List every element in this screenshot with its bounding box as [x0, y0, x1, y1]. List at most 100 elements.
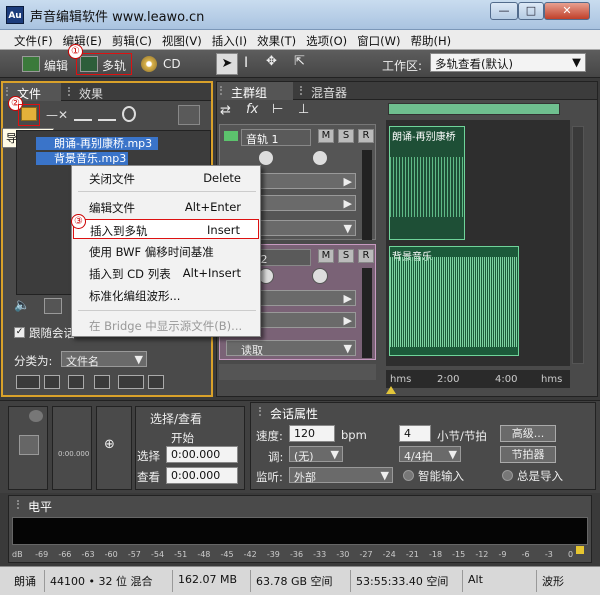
monitor-select[interactable]: 外部 ▼	[289, 467, 393, 484]
insert-track-icon[interactable]	[74, 107, 92, 121]
ctx-bwf-offset[interactable]: 使用 BWF 偏移时间基准	[73, 241, 259, 261]
send-icon[interactable]: ⊢	[272, 102, 283, 117]
zoom-icon[interactable]: ⊕	[104, 437, 115, 452]
settings-icon[interactable]	[148, 375, 164, 389]
metronome-button[interactable]: 节拍器	[500, 446, 556, 463]
selection-start-field[interactable]: 0:00.000	[166, 446, 238, 463]
multitrack-icon[interactable]	[80, 56, 98, 72]
speaker-icon[interactable]: 🔈	[14, 298, 30, 313]
session-properties-tab[interactable]: 会话属性	[256, 403, 346, 421]
follow-checkbox[interactable]: ✓	[14, 327, 25, 338]
master-track-strip	[219, 364, 376, 380]
view-label: 查看	[137, 470, 160, 484]
folder-import-icon[interactable]	[21, 107, 37, 121]
tab-main-group[interactable]: 主群组	[217, 82, 293, 100]
cd-view-button[interactable]: CD	[163, 57, 181, 71]
view-options-icon[interactable]	[178, 105, 200, 125]
beats-field[interactable]: 4	[399, 425, 431, 442]
smart-input-radio[interactable]	[403, 470, 414, 481]
menu-effects[interactable]: 效果(T)	[257, 30, 306, 49]
chevron-down-icon: ▼	[343, 342, 352, 355]
menu-insert[interactable]: 插入(I)	[212, 30, 257, 49]
grip-icon	[220, 86, 228, 95]
file-item-music[interactable]: 背景音乐.mp3	[36, 152, 128, 165]
track-1-record-button[interactable]: R	[358, 129, 374, 143]
close-button[interactable]: ✕	[544, 2, 590, 20]
db-tick-label: -39	[266, 550, 280, 559]
tab-mixer[interactable]: 混音器	[297, 82, 367, 100]
swap-icon[interactable]: ⇄	[220, 103, 238, 119]
track-2-pan-knob[interactable]	[312, 268, 328, 284]
ctx-edit-file[interactable]: 编辑文件 Alt+Enter	[73, 197, 259, 217]
ctx-insert-multitrack[interactable]: 插入到多轨 Insert	[73, 219, 259, 239]
level-tab[interactable]: 电平	[14, 496, 64, 514]
chevron-right-icon: ▶	[343, 197, 352, 210]
filter-loop-icon[interactable]	[44, 375, 60, 389]
loop-icon[interactable]	[44, 298, 62, 314]
cd-icon[interactable]	[141, 56, 157, 72]
ctx-close-file-label: 关闭文件	[89, 172, 135, 186]
workspace-select[interactable]: 多轨查看(默认) ▼	[430, 53, 586, 72]
playhead-marker-icon[interactable]	[386, 386, 396, 394]
edit-view-button[interactable]: 编辑	[44, 57, 68, 74]
menu-window[interactable]: 窗口(W)	[357, 30, 410, 49]
clip-recital[interactable]: 朗诵-再别康桥	[389, 126, 465, 240]
track-1-solo-button[interactable]: S	[338, 129, 354, 143]
key-select[interactable]: (无) ▼	[289, 446, 343, 463]
clip-music[interactable]: 背景音乐	[389, 246, 519, 356]
tab-effects[interactable]: 效果	[65, 83, 125, 101]
ctx-close-file[interactable]: 关闭文件 Delete	[73, 168, 259, 188]
level-title: 电平	[28, 500, 53, 514]
hybrid-tool-icon[interactable]: ⇱	[294, 54, 305, 69]
tab-mixer-label: 混音器	[311, 86, 348, 100]
menu-help[interactable]: 帮助(H)	[410, 30, 461, 49]
track-1-name[interactable]: 音轨 1	[241, 129, 311, 146]
file-item-recital[interactable]: 朗诵-再别康桥.mp3	[36, 137, 158, 150]
track-1-pan-knob[interactable]	[312, 150, 328, 166]
filter-video-icon[interactable]	[68, 375, 84, 389]
tempo-field[interactable]: 120	[289, 425, 335, 442]
level-meter	[12, 517, 588, 545]
track-2-automation-select[interactable]: 读取 ▼	[226, 340, 356, 357]
overview-bar[interactable]	[388, 103, 560, 115]
filter-midi-icon[interactable]	[94, 375, 110, 389]
waveform-edit-icon[interactable]	[22, 56, 40, 72]
track-2-record-button[interactable]: R	[358, 249, 374, 263]
track-1-volume-knob[interactable]	[258, 150, 274, 166]
minimize-button[interactable]: —	[490, 2, 518, 20]
step-badge-3: ③	[71, 214, 86, 229]
always-input-radio[interactable]	[502, 470, 513, 481]
category-select[interactable]: 文件名 ▼	[61, 351, 147, 368]
status-mode: 朗诵	[14, 575, 36, 588]
vertical-scrollbar[interactable]	[572, 126, 584, 364]
filter-all-icon[interactable]	[16, 375, 40, 389]
stop-button[interactable]	[19, 435, 39, 455]
advanced-button[interactable]: 高级...	[500, 425, 556, 442]
panel-menu-icon[interactable]	[29, 410, 43, 422]
autoplay-icon[interactable]	[122, 106, 136, 122]
view-start-field[interactable]: 0:00.000	[166, 467, 238, 484]
track-2-solo-button[interactable]: S	[338, 249, 354, 263]
eq-icon[interactable]: ⊥	[298, 102, 309, 117]
close-file-icon[interactable]: —✕	[46, 108, 68, 122]
pointer-tool-icon[interactable]: ➤	[216, 53, 238, 75]
move-tool-icon[interactable]: ✥	[266, 54, 277, 69]
ctx-insert-cd-label: 插入到 CD 列表	[89, 267, 171, 281]
menu-clip[interactable]: 剪辑(C)	[112, 30, 162, 49]
menu-view[interactable]: 视图(V)	[162, 30, 212, 49]
time-signature-select[interactable]: 4/4拍 ▼	[399, 446, 461, 463]
ctx-normalize[interactable]: 标准化编组波形...	[73, 285, 259, 305]
context-menu: 关闭文件 Delete 编辑文件 Alt+Enter 插入到多轨 Insert 使用 …	[71, 165, 261, 337]
time-selection-tool-icon[interactable]: I	[244, 55, 248, 71]
track-2-mute-button[interactable]: M	[318, 249, 334, 263]
menu-file[interactable]: 文件(F)	[14, 30, 63, 49]
grip-icon	[17, 500, 25, 509]
multitrack-view-button[interactable]: 多轨	[102, 57, 126, 74]
preview-icon[interactable]	[118, 375, 144, 389]
maximize-button[interactable]: □	[518, 2, 544, 20]
menu-options[interactable]: 选项(O)	[306, 30, 357, 49]
track-1-mute-button[interactable]: M	[318, 129, 334, 143]
fx-icon[interactable]: fx	[246, 102, 258, 117]
ctx-insert-cd[interactable]: 插入到 CD 列表 Alt+Insert	[73, 263, 259, 283]
insert-cd-icon[interactable]	[98, 107, 116, 121]
